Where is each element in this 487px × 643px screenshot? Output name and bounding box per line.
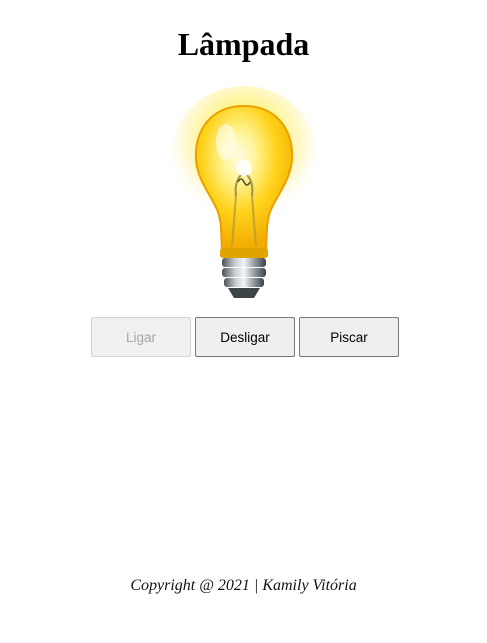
turn-on-button: Ligar	[91, 317, 191, 357]
copyright-footer: Copyright @ 2021 | Kamily Vitória	[130, 577, 357, 594]
blink-button[interactable]: Piscar	[299, 317, 399, 357]
turn-off-button[interactable]: Desligar	[195, 317, 295, 357]
lamp-image	[164, 86, 324, 306]
page-title: Lâmpada	[177, 26, 310, 62]
light-bulb-icon	[170, 86, 318, 298]
lamp-controls: Ligar Desligar Piscar	[91, 317, 411, 357]
